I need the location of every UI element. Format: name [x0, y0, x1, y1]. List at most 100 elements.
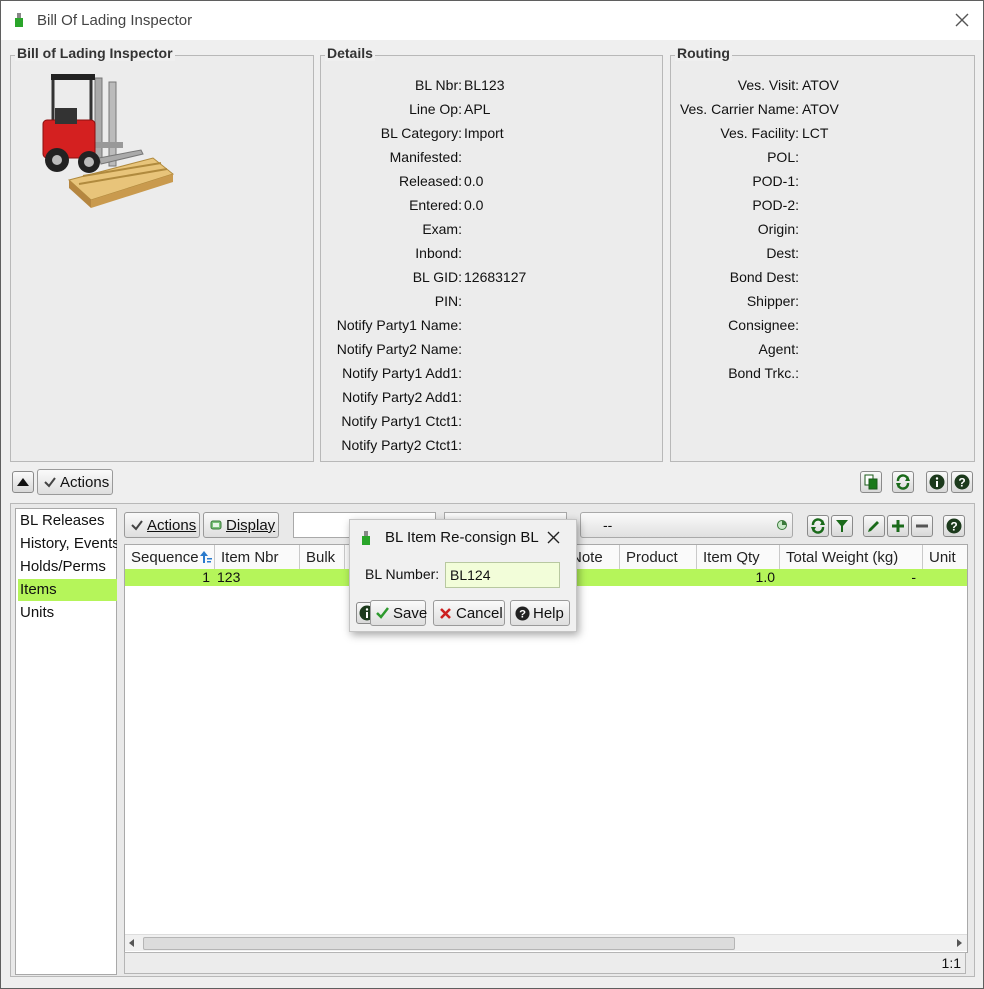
- details-field-row: Inbond:: [321, 241, 661, 265]
- routing-field-label: Bond Dest:: [729, 269, 799, 285]
- filter-value: --: [603, 517, 613, 533]
- sidebar-item-bl-releases[interactable]: BL Releases: [18, 510, 117, 532]
- bl-number-input[interactable]: BL124: [445, 562, 560, 588]
- cancel-label: Cancel: [456, 605, 503, 622]
- routing-field-row: Ves. Visit: ATOV: [671, 73, 984, 97]
- column-header-label: Sequence: [131, 549, 199, 566]
- scrollbar-thumb[interactable]: [143, 937, 735, 950]
- details-field-value: 0.0: [464, 197, 484, 213]
- display-button[interactable]: Display: [203, 512, 279, 538]
- details-field-label: Line Op:: [409, 101, 462, 117]
- filter-select[interactable]: --: [580, 512, 793, 538]
- scroll-left-icon: [129, 939, 134, 947]
- column-header-unit[interactable]: Unit: [923, 545, 967, 571]
- refresh-button[interactable]: [892, 471, 914, 493]
- column-header-total-weight-kg[interactable]: Total Weight (kg): [780, 545, 923, 571]
- dialog-close-button[interactable]: [543, 527, 565, 549]
- routing-field-row: Consignee:: [671, 313, 984, 337]
- routing-field-row: POD-1:: [671, 169, 984, 193]
- svg-text:?: ?: [519, 609, 526, 621]
- help-icon: ?: [946, 518, 962, 534]
- routing-field-label: POL:: [767, 149, 799, 165]
- close-icon: [955, 13, 969, 27]
- column-header-sequence[interactable]: Sequence: [125, 545, 215, 571]
- column-header-label: Item Qty: [703, 549, 760, 566]
- routing-field-row: Bond Dest:: [671, 265, 984, 289]
- details-field-label: Notify Party1 Add1:: [342, 365, 462, 381]
- sidebar-item-history-events[interactable]: History, Events: [18, 533, 117, 555]
- actions-button[interactable]: Actions: [37, 469, 113, 495]
- grid-actions-button[interactable]: Actions: [124, 512, 200, 538]
- sort-ascending-icon: [200, 551, 212, 563]
- title-bar: Bill Of Lading Inspector: [1, 1, 983, 40]
- details-field-label: Notify Party1 Name:: [336, 317, 462, 333]
- horizontal-scrollbar[interactable]: [125, 934, 967, 951]
- column-header-item-nbr[interactable]: Item Nbr: [215, 545, 300, 571]
- routing-field-label: Shipper:: [746, 293, 799, 309]
- cancel-x-icon: [440, 608, 451, 619]
- routing-field-row: Agent:: [671, 337, 984, 361]
- display-icon: [210, 520, 222, 530]
- grid-help-button[interactable]: ?: [943, 515, 965, 537]
- details-field-label: Inbond:: [415, 245, 462, 261]
- save-button[interactable]: Save: [370, 600, 428, 626]
- app-icon: [15, 13, 23, 27]
- grid-footer: 1:1: [124, 952, 966, 974]
- collapse-button[interactable]: [12, 471, 34, 493]
- sidebar-item-holds-perms[interactable]: Holds/Perms: [18, 556, 117, 578]
- details-field-label: BL Category:: [380, 125, 462, 141]
- help-icon: ?: [515, 606, 530, 621]
- dialog-help-button[interactable]: ? Help: [510, 600, 570, 626]
- details-field-row: BL Nbr: BL123: [321, 73, 661, 97]
- column-header-label: Item Nbr: [221, 549, 279, 566]
- column-header-item-qty[interactable]: Item Qty: [697, 545, 780, 571]
- details-field-label: BL GID:: [412, 269, 462, 285]
- details-field-row: Notify Party1 Add1:: [321, 361, 661, 385]
- sidebar: BL Releases History, Events Holds/Perms Ite…: [15, 508, 117, 975]
- row-count: 1:1: [941, 955, 961, 971]
- window-title: Bill Of Lading Inspector: [37, 12, 193, 29]
- routing-field-row: Dest:: [671, 241, 984, 265]
- cell-sequence: 1: [202, 569, 210, 585]
- inspector-panel: Bill of Lading Inspector: [10, 45, 314, 462]
- routing-field-row: Bond Trkc.:: [671, 361, 984, 385]
- details-field-label: Manifested:: [389, 149, 462, 165]
- details-field-row: Entered: 0.0: [321, 193, 661, 217]
- routing-field-row: Ves. Carrier Name: ATOV: [671, 97, 984, 121]
- routing-field-value: ATOV: [802, 77, 839, 93]
- triangle-up-icon: [17, 478, 29, 486]
- details-field-label: Entered:: [409, 197, 462, 213]
- sidebar-item-items[interactable]: Items: [18, 579, 117, 601]
- remove-button[interactable]: [911, 515, 933, 537]
- routing-field-value: ATOV: [802, 101, 839, 117]
- svg-text:?: ?: [958, 476, 965, 490]
- info-button[interactable]: [926, 471, 948, 493]
- cancel-button[interactable]: Cancel: [433, 600, 505, 626]
- routing-field-label: POD-1:: [752, 173, 799, 189]
- check-icon: [131, 520, 143, 531]
- grid-actions-label: Actions: [147, 517, 197, 534]
- sidebar-item-units[interactable]: Units: [18, 602, 117, 624]
- edit-button[interactable]: [863, 515, 885, 537]
- column-header-label: Bulk: [306, 549, 336, 566]
- routing-legend: Routing: [675, 45, 732, 61]
- help-button[interactable]: ?: [951, 471, 973, 493]
- save-label: Save: [393, 605, 428, 622]
- filter-button[interactable]: [831, 515, 853, 537]
- routing-field-row: Ves. Facility: LCT: [671, 121, 984, 145]
- routing-field-label: Bond Trkc.:: [728, 365, 799, 381]
- pie-icon: [777, 520, 787, 530]
- column-header-bulk[interactable]: Bulk: [300, 545, 345, 571]
- add-button[interactable]: [887, 515, 909, 537]
- copy-button[interactable]: [860, 471, 882, 493]
- help-label: Help: [533, 605, 564, 622]
- inspector-legend: Bill of Lading Inspector: [15, 45, 175, 61]
- plus-icon: [892, 520, 904, 532]
- details-field-row: BL GID: 12683127: [321, 265, 661, 289]
- column-header-product[interactable]: Product: [620, 545, 697, 571]
- forklift-icon: [42, 74, 175, 208]
- grid-refresh-button[interactable]: [807, 515, 829, 537]
- details-field-value: 0.0: [464, 173, 484, 189]
- bl-number-value: BL124: [450, 567, 491, 583]
- close-window-button[interactable]: [949, 7, 975, 33]
